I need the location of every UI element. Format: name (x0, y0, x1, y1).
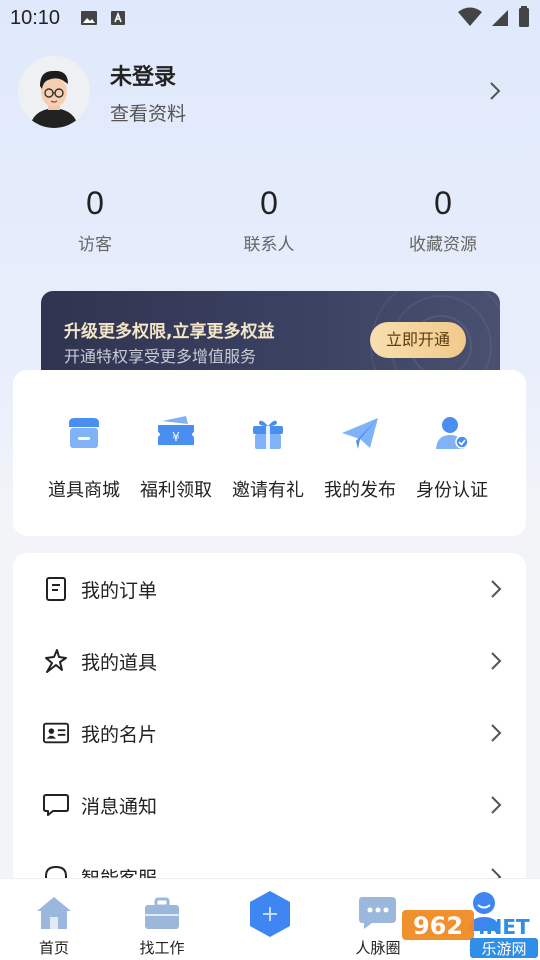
vip-subtitle: 开通特权享受更多增值服务 (64, 347, 257, 366)
svg-text:乐游网: 乐游网 (481, 940, 526, 958)
wifi-icon (458, 7, 482, 26)
signal-icon (492, 10, 508, 26)
paper-plane-icon (342, 418, 378, 449)
stat-favorites[interactable]: 0 收藏资源 (356, 185, 530, 255)
vip-banner[interactable]: 升级更多权限,立享更多权益 开通特权享受更多增值服务 立即开通 (41, 291, 500, 381)
vip-open-button[interactable]: 立即开通 (370, 322, 466, 358)
menu-item-props[interactable]: 我的道具 (13, 625, 526, 697)
status-time: 10:10 (10, 6, 61, 29)
watermark-icon: 962 .NET 乐游网 (402, 910, 538, 958)
store-icon (69, 418, 99, 448)
tool-welfare[interactable]: ¥ 福利领取 (130, 410, 222, 502)
avatar-image-icon (18, 56, 90, 128)
menu-label: 消息通知 (81, 795, 158, 818)
tools-card: 道具商城 ¥ 福利领取 邀请有礼 我的发布 身份认证 (13, 370, 526, 536)
order-icon (46, 577, 66, 601)
tool-verify[interactable]: 身份认证 (406, 410, 498, 502)
chevron-right-icon[interactable] (488, 80, 502, 102)
tool-invite[interactable]: 邀请有礼 (222, 410, 314, 502)
tool-label: 福利领取 (140, 480, 212, 501)
watermark-logo: 962 .NET 乐游网 (400, 902, 540, 960)
stat-label: 收藏资源 (409, 235, 477, 255)
tool-store[interactable]: 道具商城 (38, 410, 130, 502)
profile-header[interactable]: 未登录 查看资料 (18, 56, 522, 128)
svg-text:¥: ¥ (172, 430, 180, 444)
tool-label: 我的发布 (324, 480, 396, 501)
profile-name: 未登录 (110, 64, 177, 90)
tool-publish[interactable]: 我的发布 (314, 410, 406, 502)
tab-publish[interactable] (230, 879, 310, 949)
stat-value: 0 (86, 185, 104, 221)
stat-visitors[interactable]: 0 访客 (8, 185, 182, 255)
chevron-right-icon (491, 580, 502, 598)
chevron-right-icon (491, 796, 502, 814)
tab-label: 找工作 (139, 939, 185, 957)
publish-icon (250, 891, 290, 937)
tab-home[interactable]: 首页 (14, 879, 94, 958)
tab-jobs[interactable]: 找工作 (122, 879, 202, 958)
svg-text:.NET: .NET (478, 915, 530, 939)
menu-item-orders[interactable]: 我的订单 (13, 553, 526, 625)
stat-label: 联系人 (243, 235, 295, 255)
stat-contacts[interactable]: 0 联系人 (182, 185, 356, 255)
menu-card: 我的订单 我的道具 我的名片 消息通知 智能客服 (13, 553, 526, 893)
coupon-icon: ¥ (158, 416, 194, 445)
menu-label: 我的道具 (81, 651, 158, 674)
user-verified-icon (436, 417, 469, 449)
status-bar: 10:10 (0, 0, 540, 36)
svg-text:962: 962 (413, 912, 463, 940)
chevron-right-icon (491, 724, 502, 742)
card-icon (43, 722, 69, 744)
battery-icon (519, 6, 529, 27)
vip-title: 升级更多权限,立享更多权益 (64, 322, 275, 342)
props-icon (45, 649, 67, 673)
chevron-right-icon (491, 652, 502, 670)
stats-row: 0 访客 0 联系人 0 收藏资源 (0, 185, 540, 255)
avatar[interactable] (18, 56, 90, 128)
profile-subtitle: 查看资料 (110, 102, 187, 125)
home-icon (37, 897, 71, 929)
tool-label: 邀请有礼 (232, 480, 304, 501)
stat-label: 访客 (78, 235, 112, 255)
tool-label: 身份认证 (416, 480, 488, 501)
menu-item-card[interactable]: 我的名片 (13, 697, 526, 769)
message-icon (43, 794, 69, 816)
chat-icon (359, 897, 396, 929)
tool-label: 道具商城 (48, 480, 120, 501)
gift-icon (253, 420, 283, 449)
menu-item-messages[interactable]: 消息通知 (13, 769, 526, 841)
briefcase-icon (145, 897, 179, 929)
font-icon (111, 11, 126, 25)
menu-label: 我的订单 (81, 579, 158, 602)
menu-label: 我的名片 (81, 723, 158, 746)
tab-label: 首页 (38, 939, 69, 957)
stat-value: 0 (434, 185, 452, 221)
image-icon (81, 11, 98, 25)
stat-value: 0 (260, 185, 278, 221)
